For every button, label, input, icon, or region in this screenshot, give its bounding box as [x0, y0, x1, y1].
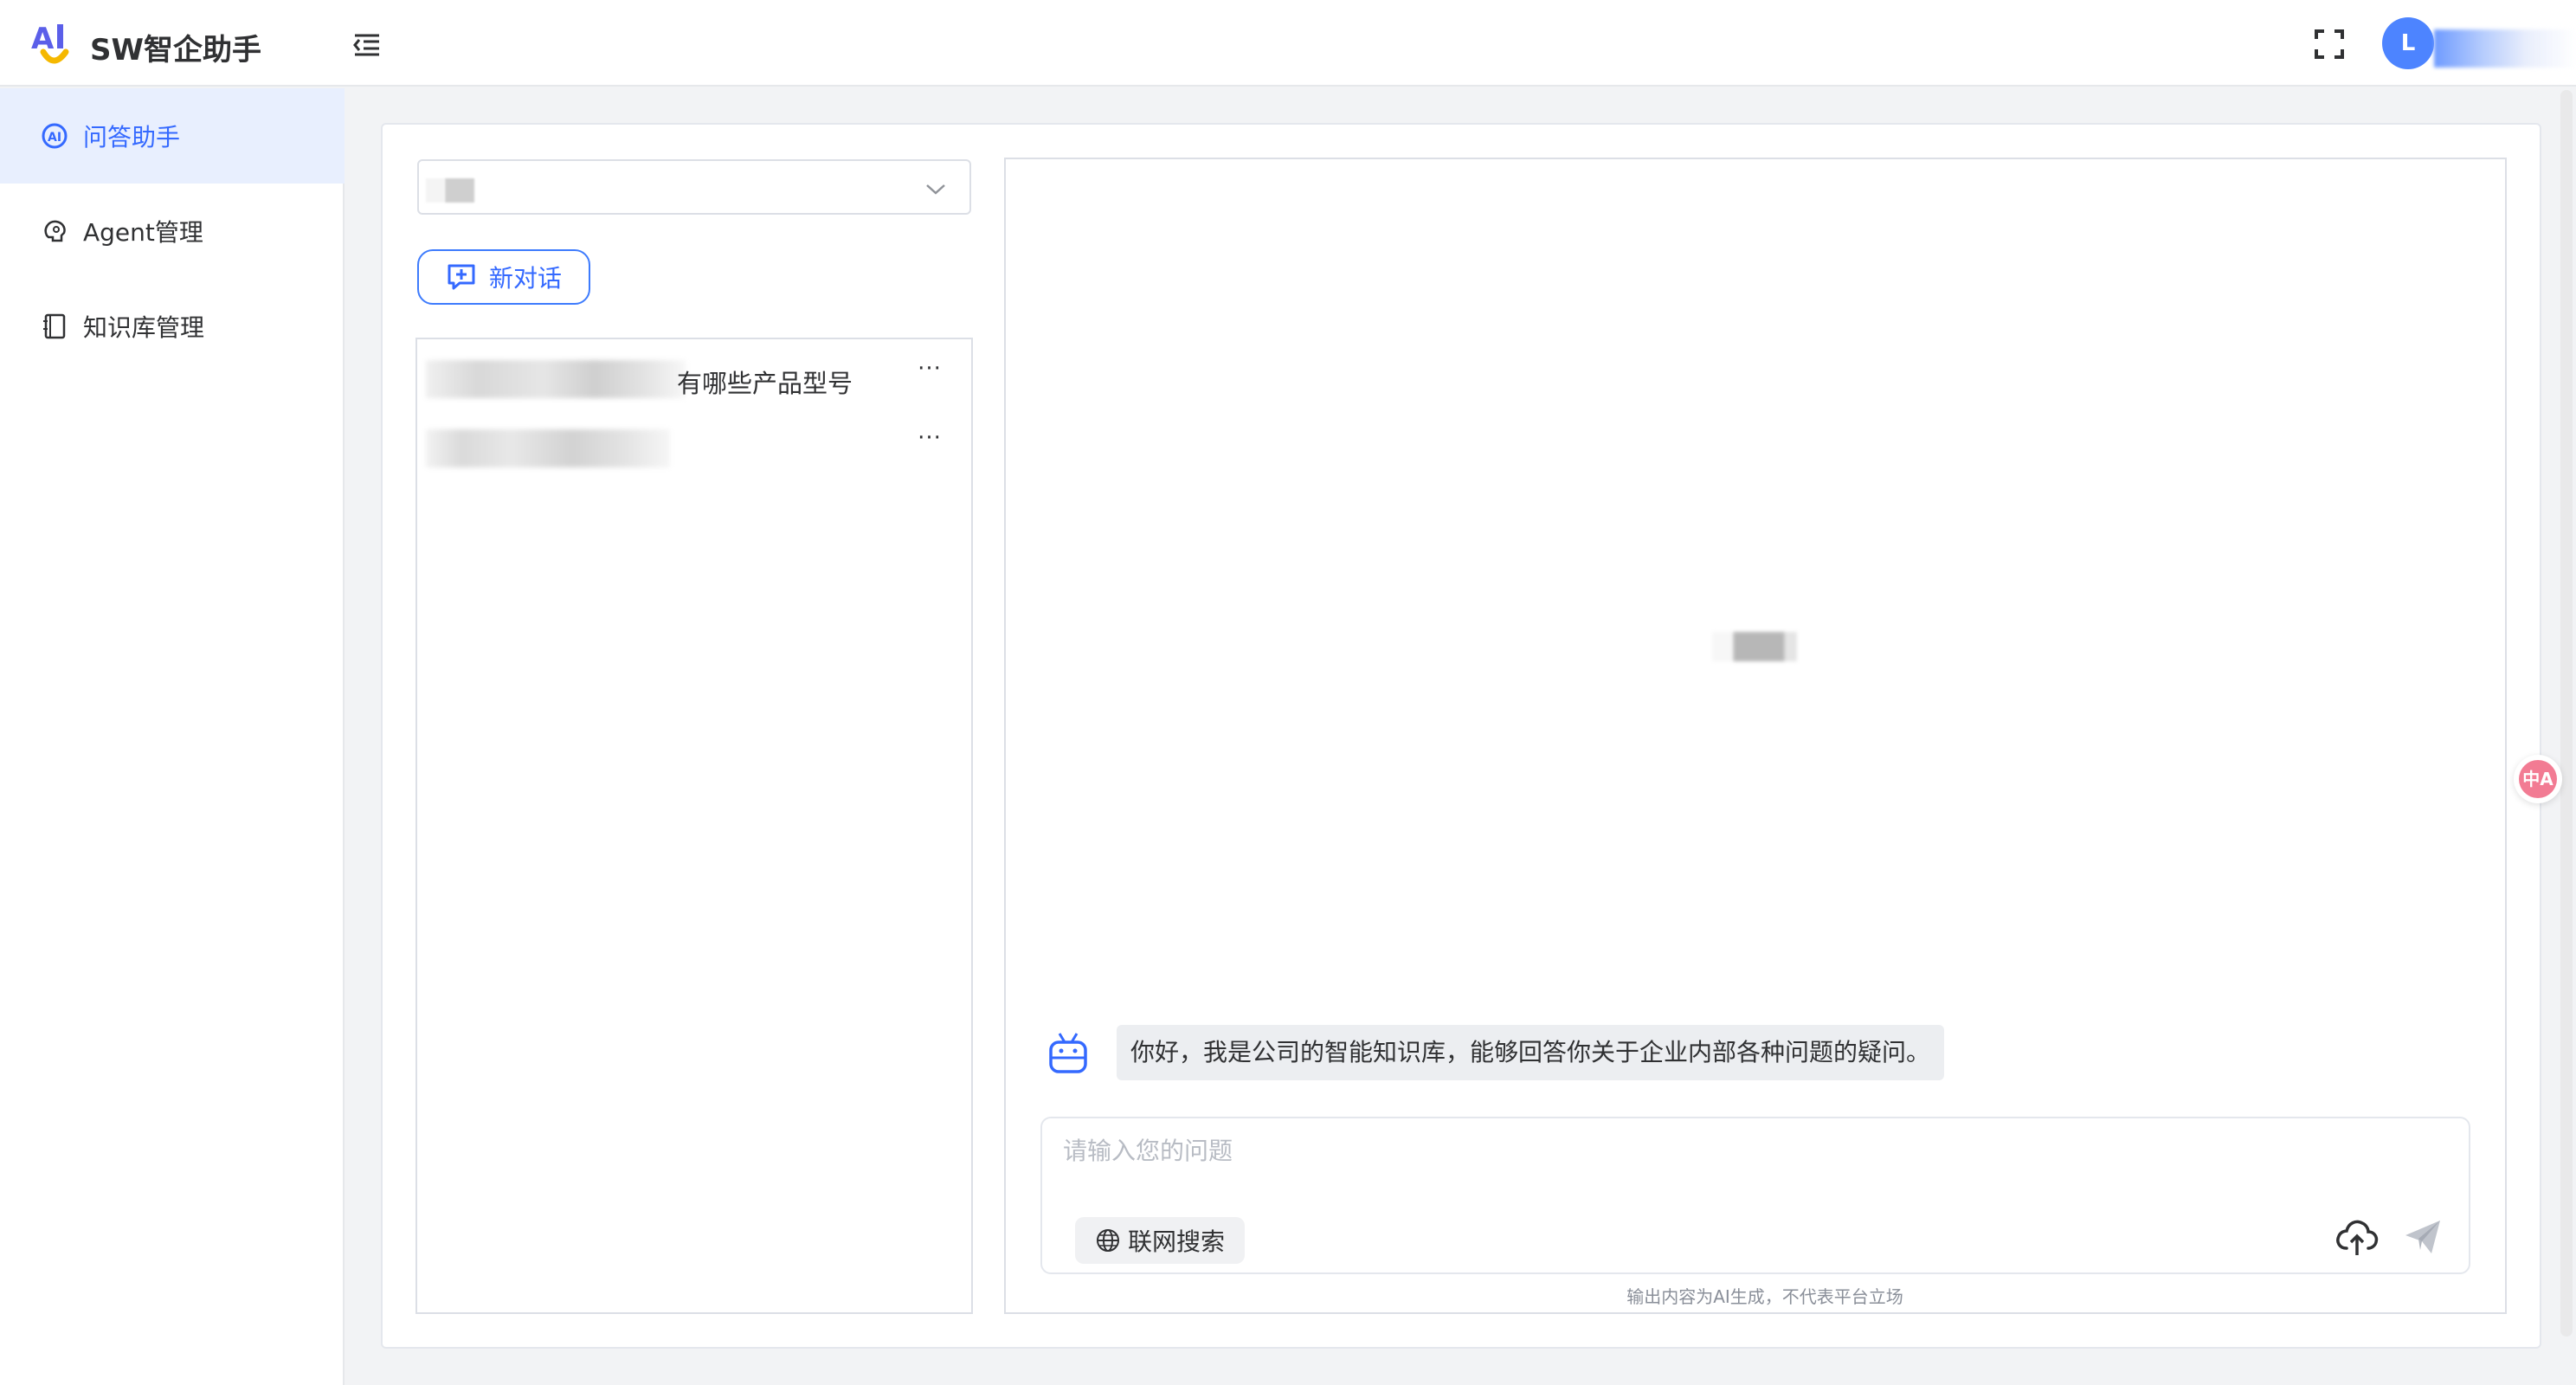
question-input[interactable]	[1063, 1132, 2448, 1181]
selected-value-redacted	[426, 178, 474, 203]
svg-text:AI: AI	[48, 131, 61, 145]
conversation-title: 有哪些产品型号	[677, 369, 853, 398]
conversation-list: 有哪些产品型号 ··· ···	[415, 338, 973, 1314]
chevron-down-icon	[926, 184, 945, 195]
redacted-placeholder	[1712, 632, 1797, 661]
conversation-title-redacted	[426, 360, 686, 398]
bot-greeting-message: 你好，我是公司的智能知识库，能够回答你关于企业内部各种问题的疑问。	[1117, 1025, 1944, 1080]
question-input-box	[1040, 1117, 2470, 1274]
sidebar-item-qa-assistant[interactable]: AI 问答助手	[0, 88, 345, 184]
new-chat-button[interactable]: 新对话	[417, 249, 590, 305]
knowledge-base-icon	[43, 313, 66, 339]
add-chat-icon	[448, 264, 475, 290]
translate-icon: 中A	[2519, 760, 2557, 798]
sidebar-item-label: 问答助手	[83, 123, 181, 151]
more-options-icon[interactable]: ···	[912, 358, 947, 384]
app-title: SW智企助手	[90, 33, 261, 68]
knowledge-base-select[interactable]	[417, 159, 971, 215]
sidebar-item-agent[interactable]: Agent管理	[0, 184, 345, 279]
ai-chat-icon: AI	[42, 123, 68, 149]
robot-icon	[1049, 1033, 1087, 1073]
conversation-title-redacted	[426, 429, 670, 467]
send-icon[interactable]	[2403, 1217, 2443, 1257]
top-header: A SW智企助手 L	[0, 0, 2576, 87]
sidebar: AI 问答助手 Agent管理 知识库管理	[0, 88, 345, 1385]
conversation-item[interactable]: ···	[417, 417, 971, 480]
new-chat-label: 新对话	[488, 264, 562, 293]
web-search-button[interactable]: 联网搜索	[1075, 1217, 1245, 1264]
conversation-item[interactable]: 有哪些产品型号 ···	[417, 348, 971, 410]
page-scrollbar[interactable]	[2560, 90, 2573, 1337]
menu-collapse-icon[interactable]	[350, 29, 384, 61]
sidebar-item-label: 知识库管理	[83, 313, 205, 342]
ai-disclaimer: 输出内容为AI生成，不代表平台立场	[1626, 1286, 1903, 1307]
user-name-redacted[interactable]	[2434, 29, 2576, 68]
user-avatar[interactable]: L	[2382, 17, 2434, 69]
sidebar-item-label: Agent管理	[83, 218, 203, 247]
globe-icon	[1096, 1229, 1119, 1252]
sidebar-item-knowledge-base[interactable]: 知识库管理	[0, 279, 345, 374]
agent-icon	[44, 220, 66, 242]
cloud-upload-icon[interactable]	[2334, 1215, 2380, 1259]
web-search-label: 联网搜索	[1127, 1227, 1225, 1256]
more-options-icon[interactable]: ···	[912, 427, 947, 454]
app-logo: A	[31, 22, 69, 64]
fullscreen-icon[interactable]	[2313, 28, 2346, 61]
translate-button[interactable]: 中A	[2514, 755, 2562, 803]
